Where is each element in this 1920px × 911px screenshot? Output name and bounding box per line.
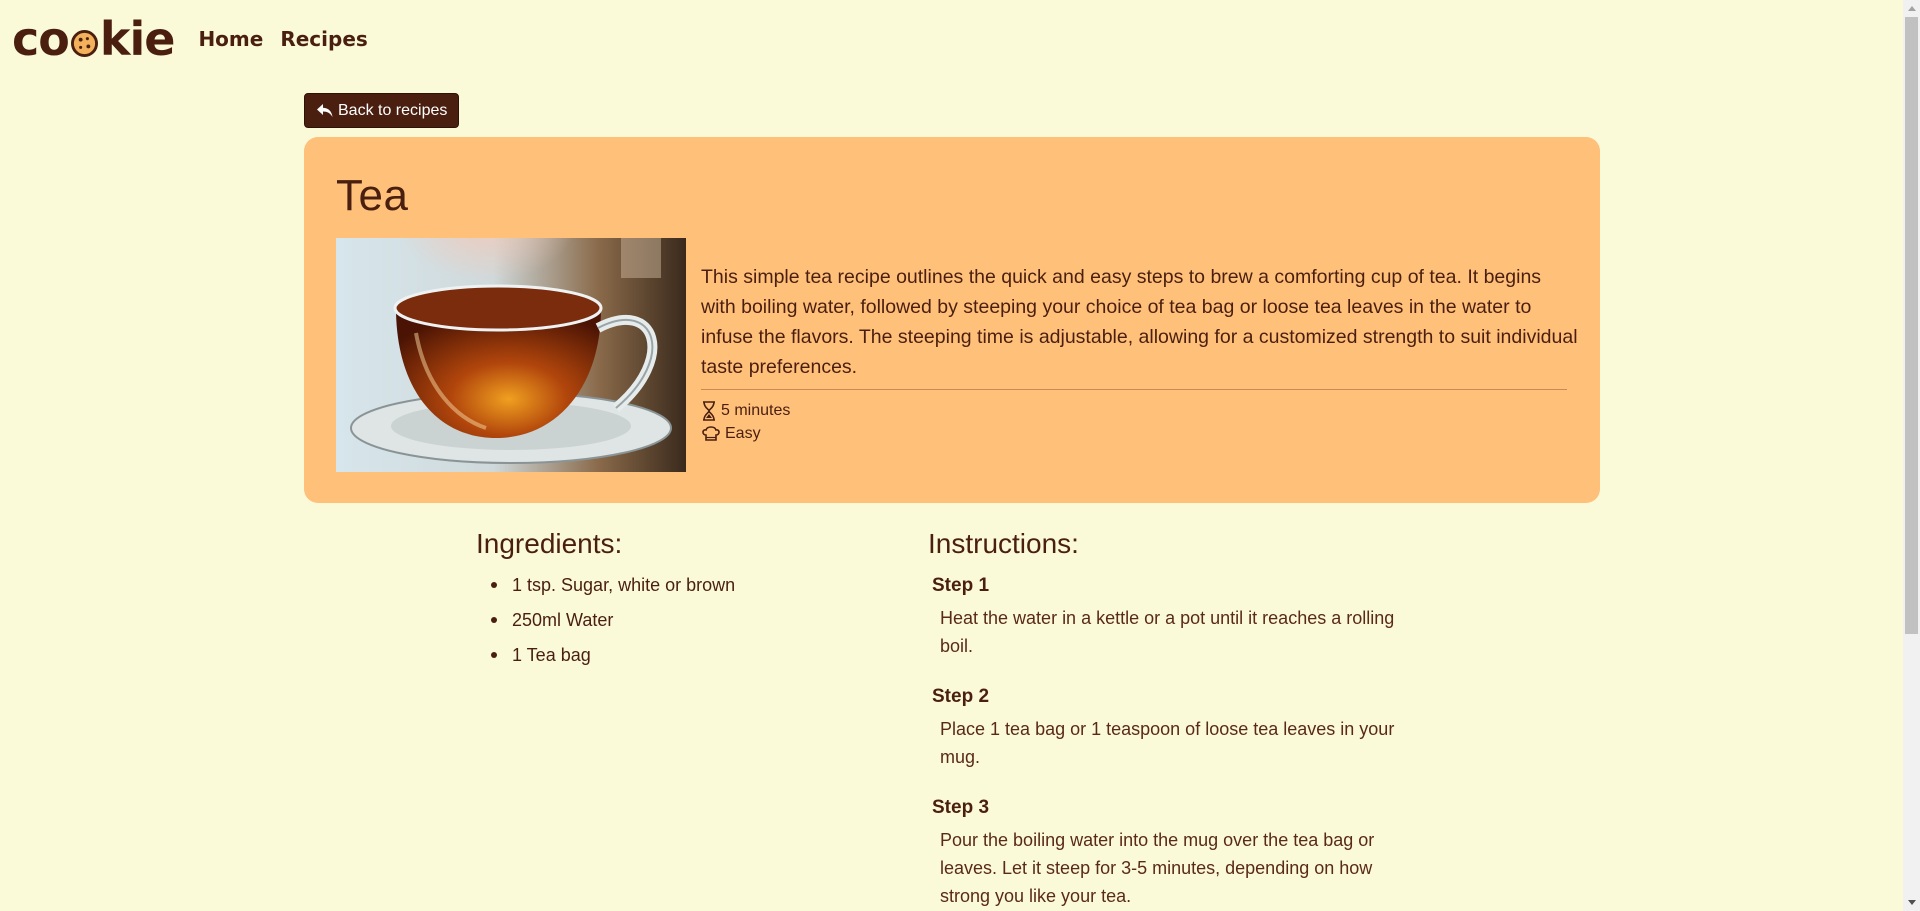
- instructions-title: Instructions:: [928, 528, 1079, 559]
- step-2-title: Step 2: [932, 686, 990, 707]
- logo[interactable]: co kie: [12, 12, 176, 66]
- scroll-up-arrow[interactable]: [1903, 0, 1920, 17]
- page: co kie Home Recipes Back to recipes Tea: [0, 0, 1920, 911]
- recipe-difficulty-label: Easy: [725, 425, 761, 442]
- reply-arrow-icon: [317, 103, 333, 117]
- recipe-photo: [336, 238, 686, 472]
- ingredient-item: 1 Tea bag: [490, 643, 735, 678]
- page-scrollbar[interactable]: [1903, 0, 1920, 911]
- recipe-time: 5 minutes: [701, 401, 790, 421]
- nav-recipes-link[interactable]: Recipes: [280, 27, 367, 51]
- back-button-label: Back to recipes: [338, 101, 448, 119]
- ingredients-title: Ingredients:: [476, 528, 623, 559]
- back-to-recipes-button[interactable]: Back to recipes: [304, 93, 460, 128]
- logo-text-end: kie: [99, 12, 176, 66]
- nav-home-link[interactable]: Home: [198, 27, 263, 51]
- ingredients-list: 1 tsp. Sugar, white or brown 250ml Water…: [490, 573, 735, 678]
- step-1-title: Step 1: [932, 575, 990, 596]
- step-3-text: Pour the boiling water into the mug over…: [940, 830, 1375, 906]
- cookie-icon: [70, 29, 98, 57]
- card-divider: [701, 389, 1567, 390]
- ingredient-item: 250ml Water: [490, 608, 735, 643]
- recipe-description: This simple tea recipe outlines the quic…: [701, 266, 1578, 378]
- chef-hat-icon: [702, 426, 720, 441]
- recipe-card: Tea This simple tea recipe outlines the …: [304, 137, 1600, 503]
- logo-text-start: co: [12, 12, 70, 66]
- step-2-text: Place 1 tea bag or 1 teaspoon of loose t…: [940, 719, 1395, 767]
- recipe-title: Tea: [336, 171, 409, 220]
- ingredient-item: 1 tsp. Sugar, white or brown: [490, 573, 735, 608]
- tea-cup-image: [336, 238, 686, 472]
- scrollbar-thumb[interactable]: [1905, 17, 1918, 634]
- recipe-difficulty: Easy: [701, 425, 761, 443]
- step-3-title: Step 3: [932, 797, 990, 818]
- step-1-text: Heat the water in a kettle or a pot unti…: [940, 608, 1395, 656]
- navbar: co kie Home Recipes: [0, 0, 1900, 78]
- scroll-down-arrow[interactable]: [1903, 894, 1920, 911]
- recipe-time-label: 5 minutes: [721, 402, 791, 419]
- hourglass-icon: [703, 401, 715, 421]
